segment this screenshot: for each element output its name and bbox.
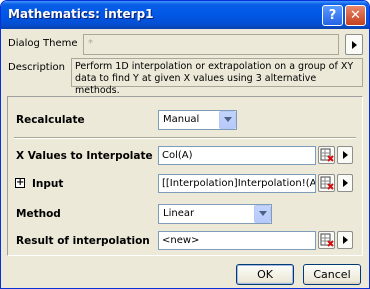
result-range-picker-button[interactable] (318, 231, 335, 249)
x-values-label: X Values to Interpolate (16, 150, 153, 162)
close-button[interactable]: ✕ (345, 5, 366, 26)
dialog-window: Mathematics: interp1 ? ✕ Dialog Theme * … (0, 0, 370, 289)
right-triangle-icon (343, 179, 348, 187)
recalculate-value: Manual (163, 114, 200, 125)
help-icon: ? (328, 8, 337, 23)
result-output-field[interactable]: <new> (158, 231, 316, 250)
method-label: Method (16, 208, 61, 220)
result-output-value: <new> (162, 235, 200, 246)
dialog-theme-label: Dialog Theme (8, 38, 78, 49)
dialog-theme-value: * (88, 38, 93, 49)
x-values-value: Col(A) (162, 150, 193, 161)
plus-icon: + (16, 177, 25, 188)
title-bar[interactable]: Mathematics: interp1 ? ✕ (1, 1, 369, 29)
right-triangle-icon (352, 41, 357, 49)
parameters-panel: Recalculate Manual X Values to Interpola… (7, 96, 363, 256)
recalculate-label: Recalculate (16, 114, 85, 126)
window-title: Mathematics: interp1 (8, 7, 154, 21)
right-triangle-icon (343, 236, 348, 244)
input-expand-toggle[interactable]: + (15, 178, 25, 188)
input-range-value: [[Interpolation]Interpolation!(A,B) (162, 178, 316, 189)
input-range-picker-button[interactable] (318, 174, 335, 192)
cancel-button[interactable]: Cancel (303, 264, 361, 285)
recalculate-dropdown-button[interactable] (219, 111, 236, 129)
input-range-field[interactable]: [[Interpolation]Interpolation!(A,B) (158, 174, 316, 193)
description-text-box: Perform 1D interpolation or extrapolatio… (71, 58, 363, 96)
method-select[interactable]: Linear (158, 204, 272, 224)
input-menu-button[interactable] (337, 174, 353, 192)
help-button[interactable]: ? (322, 5, 343, 26)
method-value: Linear (163, 208, 195, 219)
x-values-range-picker-button[interactable] (318, 146, 335, 164)
description-label: Description (8, 62, 65, 73)
result-label: Result of interpolation (16, 235, 150, 247)
x-values-menu-button[interactable] (337, 146, 353, 164)
chevron-down-icon (259, 211, 267, 216)
description-text: Perform 1D interpolation or extrapolatio… (75, 61, 354, 96)
recalculate-select[interactable]: Manual (158, 110, 237, 130)
dialog-theme-field[interactable]: * (83, 34, 339, 55)
x-values-input[interactable]: Col(A) (158, 146, 316, 165)
range-selector-icon (320, 148, 334, 162)
right-triangle-icon (343, 151, 348, 159)
ok-button[interactable]: OK (236, 264, 294, 285)
method-dropdown-button[interactable] (254, 205, 271, 223)
input-label: Input (32, 178, 64, 190)
range-selector-icon (320, 233, 334, 247)
dialog-theme-menu-button[interactable] (345, 34, 363, 55)
result-menu-button[interactable] (337, 231, 353, 249)
range-selector-icon (320, 176, 334, 190)
chevron-down-icon (224, 117, 232, 122)
close-icon: ✕ (350, 8, 361, 23)
separator (14, 137, 356, 139)
